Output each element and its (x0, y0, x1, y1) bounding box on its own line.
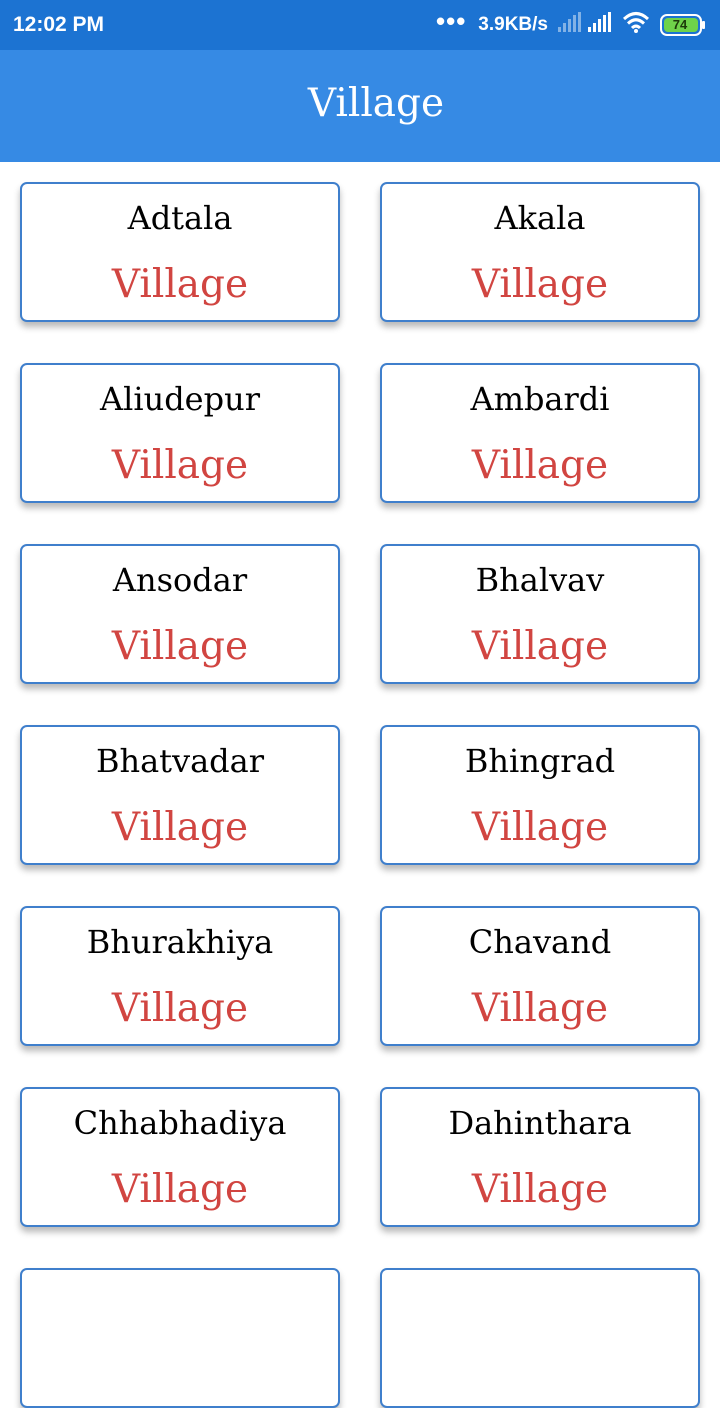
village-name: Dahinthara (448, 1104, 632, 1142)
village-card-bhatvadar[interactable]: Bhatvadar Village (20, 725, 340, 865)
village-name: Ansodar (112, 561, 248, 599)
village-label: Village (111, 986, 249, 1031)
wifi-icon (622, 11, 650, 39)
village-name: Akala (494, 199, 586, 237)
village-name: Bhalvav (475, 561, 605, 599)
village-label: Village (111, 1167, 249, 1212)
status-bar: 12:02 PM ••• 3.9KB/s 74 (0, 0, 720, 50)
village-label: Village (471, 1167, 609, 1212)
status-icons: ••• 3.9KB/s 74 (435, 6, 706, 39)
village-card-akala[interactable]: Akala Village (380, 182, 700, 322)
village-label: Village (471, 986, 609, 1031)
village-name: Ambardi (470, 380, 610, 418)
village-card-partial[interactable] (380, 1268, 700, 1408)
village-name: Bhurakhiya (86, 923, 274, 961)
network-speed: 3.9KB/s (478, 14, 548, 35)
village-card-chavand[interactable]: Chavand Village (380, 906, 700, 1046)
village-card-adtala[interactable]: Adtala Village (20, 182, 340, 322)
status-time: 12:02 PM (13, 13, 105, 36)
village-card-chhabhadiya[interactable]: Chhabhadiya Village (20, 1087, 340, 1227)
page-title: Village (307, 81, 445, 126)
village-label: Village (471, 443, 609, 488)
app-bar: Village (0, 50, 720, 162)
village-label: Village (111, 262, 249, 307)
village-card-partial[interactable] (20, 1268, 340, 1408)
village-label: Village (471, 805, 609, 850)
signal-empty-icon (558, 12, 584, 38)
village-card-bhingrad[interactable]: Bhingrad Village (380, 725, 700, 865)
village-label: Village (111, 805, 249, 850)
more-dots-icon: ••• (435, 6, 467, 36)
village-label: Village (111, 624, 249, 669)
village-label: Village (471, 262, 609, 307)
village-card-dahinthara[interactable]: Dahinthara Village (380, 1087, 700, 1227)
signal-icon (588, 12, 614, 38)
battery-level: 74 (672, 17, 688, 32)
village-name: Aliudepur (100, 380, 260, 418)
village-name: Chhabhadiya (73, 1104, 287, 1142)
village-card-bhalvav[interactable]: Bhalvav Village (380, 544, 700, 684)
village-card-ambardi[interactable]: Ambardi Village (380, 363, 700, 503)
village-name: Bhatvadar (95, 742, 265, 780)
village-label: Village (471, 624, 609, 669)
village-name: Chavand (468, 923, 612, 961)
village-label: Village (111, 443, 249, 488)
battery-icon: 74 (660, 14, 706, 36)
village-grid: Adtala Village Akala Village Aliudepur V… (20, 182, 700, 1408)
village-name: Adtala (127, 199, 233, 237)
village-name: Bhingrad (464, 742, 616, 780)
village-card-bhurakhiya[interactable]: Bhurakhiya Village (20, 906, 340, 1046)
village-card-aliudepur[interactable]: Aliudepur Village (20, 363, 340, 503)
village-card-ansodar[interactable]: Ansodar Village (20, 544, 340, 684)
